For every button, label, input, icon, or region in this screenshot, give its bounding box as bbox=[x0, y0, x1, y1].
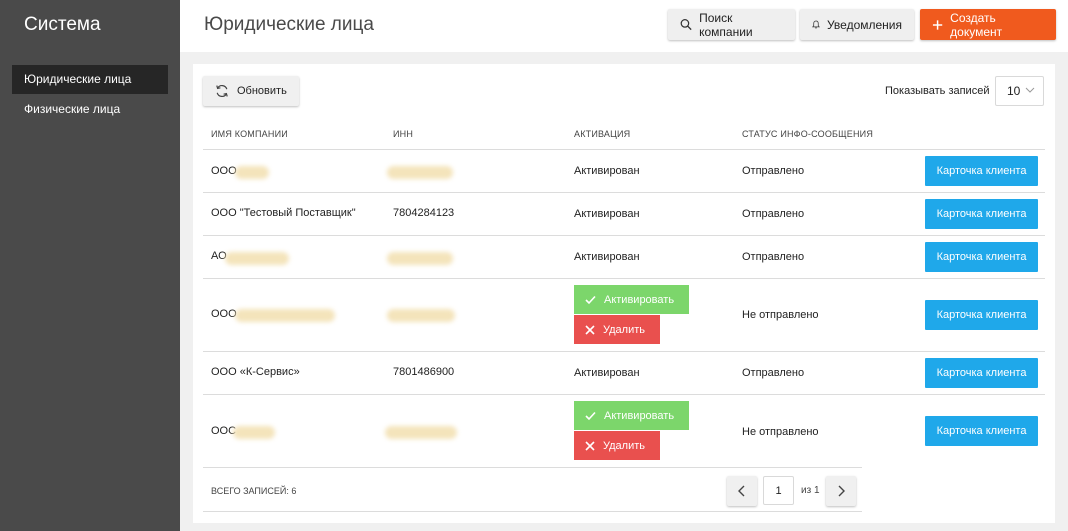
header-divider bbox=[203, 149, 1045, 150]
company-name: ООО "Тестовый Поставщик" bbox=[211, 207, 356, 219]
sidebar-item-individuals[interactable]: Физические лица bbox=[12, 95, 168, 124]
client-card-button[interactable]: Карточка клиента bbox=[925, 156, 1038, 186]
client-card-button[interactable]: Карточка клиента bbox=[925, 242, 1038, 272]
column-header-inn: ИНН bbox=[393, 129, 414, 139]
activation-status: Активирован bbox=[574, 208, 640, 220]
chevron-down-icon bbox=[1025, 87, 1035, 93]
redacted-inn bbox=[387, 166, 453, 179]
redacted-company-name bbox=[225, 252, 289, 265]
x-icon bbox=[585, 440, 595, 451]
company-inn: 7801486900 bbox=[393, 366, 455, 378]
redacted-inn bbox=[387, 309, 455, 322]
sidebar: Система Юридические лица Физические лица bbox=[0, 0, 180, 531]
next-page-button[interactable] bbox=[826, 476, 856, 506]
message-status: Отправлено bbox=[742, 251, 805, 263]
activate-button[interactable]: Активировать bbox=[574, 285, 689, 314]
delete-button[interactable]: Удалить bbox=[574, 315, 660, 344]
footer-divider bbox=[203, 511, 862, 512]
company-name: ООО bbox=[211, 308, 237, 320]
message-status: Отправлено bbox=[742, 165, 805, 177]
message-status: Отправлено bbox=[742, 208, 805, 220]
row-divider bbox=[203, 351, 1045, 352]
company-inn: 7804284123 bbox=[393, 207, 455, 219]
plus-icon bbox=[932, 19, 943, 30]
brand-title: Система bbox=[24, 14, 101, 35]
chevron-left-icon bbox=[738, 485, 745, 497]
activation-status: Активирован bbox=[574, 251, 640, 263]
company-name: ООО bbox=[211, 165, 237, 177]
redacted-inn bbox=[385, 426, 457, 439]
activation-status: Активирован bbox=[574, 165, 640, 177]
page-size-label: Показывать записей bbox=[885, 85, 990, 97]
client-card-button[interactable]: Карточка клиента bbox=[925, 199, 1038, 229]
client-card-button[interactable]: Карточка клиента bbox=[925, 300, 1038, 330]
create-document-label: Создать документ bbox=[950, 10, 1003, 39]
create-document-button[interactable]: Создать документ bbox=[920, 9, 1056, 40]
column-header-activation: АКТИВАЦИЯ bbox=[574, 129, 631, 139]
refresh-icon bbox=[216, 84, 228, 98]
top-bar: Юридические лица Поиск компании Уведомле… bbox=[180, 0, 1068, 52]
activate-button[interactable]: Активировать bbox=[574, 401, 689, 430]
row-divider bbox=[203, 192, 1045, 193]
search-company-button[interactable]: Поиск компании bbox=[668, 9, 795, 40]
prev-page-button[interactable] bbox=[727, 476, 757, 506]
column-header-company: ИМЯ КОМПАНИИ bbox=[211, 129, 288, 139]
activate-label: Активировать bbox=[604, 409, 675, 422]
delete-button[interactable]: Удалить bbox=[574, 431, 660, 460]
page-count-label: из 1 bbox=[801, 485, 820, 496]
total-records: ВСЕГО ЗАПИСЕЙ: 6 bbox=[211, 486, 297, 496]
bell-icon bbox=[812, 20, 820, 29]
delete-label: Удалить bbox=[603, 323, 645, 336]
delete-label: Удалить bbox=[603, 439, 645, 452]
client-card-button[interactable]: Карточка клиента bbox=[925, 358, 1038, 388]
x-icon bbox=[585, 324, 595, 335]
activate-label: Активировать bbox=[604, 293, 675, 306]
message-status: Не отправлено bbox=[742, 426, 819, 438]
page-title: Юридические лица bbox=[204, 14, 374, 35]
search-company-label: Поиск компании bbox=[699, 10, 753, 39]
row-divider bbox=[203, 467, 862, 468]
chevron-right-icon bbox=[838, 485, 845, 497]
redacted-company-name bbox=[233, 426, 275, 439]
page-size-value: 10 bbox=[1007, 84, 1021, 98]
message-status: Отправлено bbox=[742, 367, 805, 379]
company-name: ООО «К-Сервис» bbox=[211, 366, 300, 378]
check-icon bbox=[585, 295, 596, 304]
row-divider bbox=[203, 235, 1045, 236]
check-icon bbox=[585, 411, 596, 420]
row-divider bbox=[203, 278, 1045, 279]
refresh-button[interactable]: Обновить bbox=[203, 76, 299, 106]
column-header-status: СТАТУС ИНФО-СООБЩЕНИЯ bbox=[742, 129, 874, 139]
message-status: Не отправлено bbox=[742, 309, 819, 321]
redacted-company-name bbox=[235, 166, 269, 179]
sidebar-item-legal-entities[interactable]: Юридические лица bbox=[12, 65, 168, 94]
client-card-button[interactable]: Карточка клиента bbox=[925, 416, 1038, 446]
search-icon bbox=[680, 19, 692, 31]
notifications-button[interactable]: Уведомления bbox=[800, 9, 914, 40]
main-panel: Обновить Показывать записей 10 ИМЯ КОМПА… bbox=[193, 64, 1055, 523]
page-number-input[interactable]: 1 bbox=[763, 476, 794, 505]
row-divider bbox=[203, 394, 1045, 395]
redacted-company-name bbox=[235, 309, 335, 322]
page-size-select[interactable]: 10 bbox=[995, 76, 1044, 106]
notifications-label: Уведомления bbox=[826, 17, 902, 32]
activation-status: Активирован bbox=[574, 367, 640, 379]
redacted-inn bbox=[387, 252, 453, 265]
refresh-label: Обновить bbox=[237, 85, 287, 97]
